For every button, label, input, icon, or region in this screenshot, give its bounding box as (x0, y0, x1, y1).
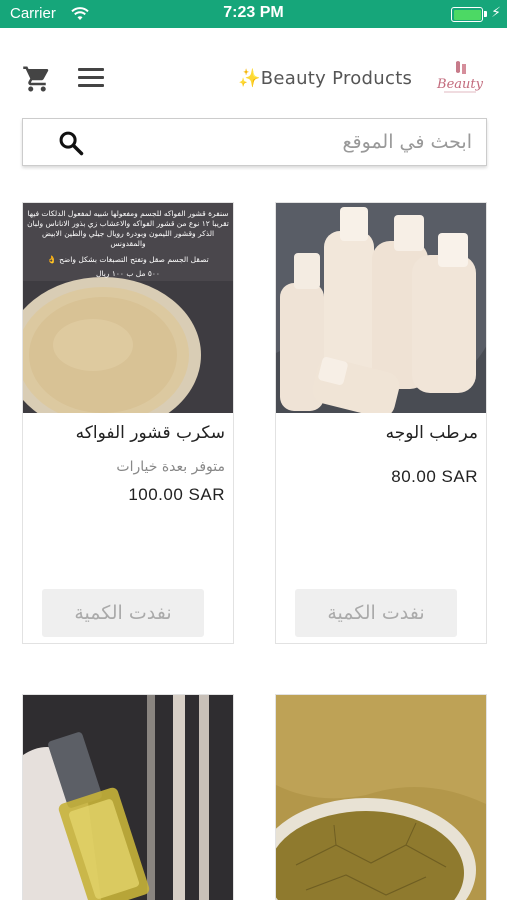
product-image[interactable]: سنفرة قشور الفواكه للجسم ومفعولها شبيه ل… (23, 203, 233, 413)
status-bar: Carrier 7:23 PM ⚡ (0, 0, 507, 28)
product-card[interactable] (275, 694, 487, 900)
search-input[interactable] (112, 125, 472, 159)
product-name[interactable]: مرطب الوجه (386, 423, 478, 443)
search-icon[interactable] (57, 129, 85, 157)
charging-icon: ⚡ (491, 5, 501, 21)
lotion-bottles-photo (276, 203, 486, 413)
product-name[interactable]: سكرب قشور الفواكه (76, 423, 225, 443)
clock: 7:23 PM (223, 4, 284, 21)
cart-icon[interactable] (22, 64, 52, 94)
product-image[interactable] (276, 695, 486, 900)
sold-out-button[interactable]: نفدت الكمية (295, 589, 457, 637)
product-image[interactable] (276, 203, 486, 413)
app-header: ✨Beauty Products Beauty (0, 28, 507, 130)
herbal-powder-photo (276, 695, 486, 900)
image-caption: سنفرة قشور الفواكه للجسم ومفعولها شبيه ل… (27, 209, 229, 279)
product-options-note: متوفر بعدة خيارات (116, 459, 225, 475)
image-caption-price: ٥٠٠ مل ب ١٠٠ ريال (96, 269, 160, 278)
product-price: 100.00 SAR (128, 485, 225, 504)
product-price: 80.00 SAR (391, 467, 478, 486)
search-bar (22, 118, 487, 166)
battery-icon (451, 7, 483, 22)
menu-icon[interactable] (78, 68, 104, 90)
image-caption-sub: تصقل الجسم صقل وتفتح التصبغات بشكل واضح … (47, 255, 209, 264)
svg-text:Beauty: Beauty (436, 77, 484, 92)
image-caption-main: سنفرة قشور الفواكه للجسم ومفعولها شبيه ل… (27, 209, 229, 248)
brand-title: ✨Beauty Products (238, 68, 413, 89)
product-card[interactable]: سنفرة قشور الفواكه للجسم ومفعولها شبيه ل… (22, 202, 234, 644)
product-card[interactable] (22, 694, 234, 900)
product-image[interactable] (23, 695, 233, 900)
product-card[interactable]: مرطب الوجه 80.00 SAR نفدت الكمية (275, 202, 487, 644)
brand-logo[interactable]: Beauty (436, 58, 484, 98)
oil-bottle-photo (23, 695, 233, 900)
sold-out-button[interactable]: نفدت الكمية (42, 589, 204, 637)
